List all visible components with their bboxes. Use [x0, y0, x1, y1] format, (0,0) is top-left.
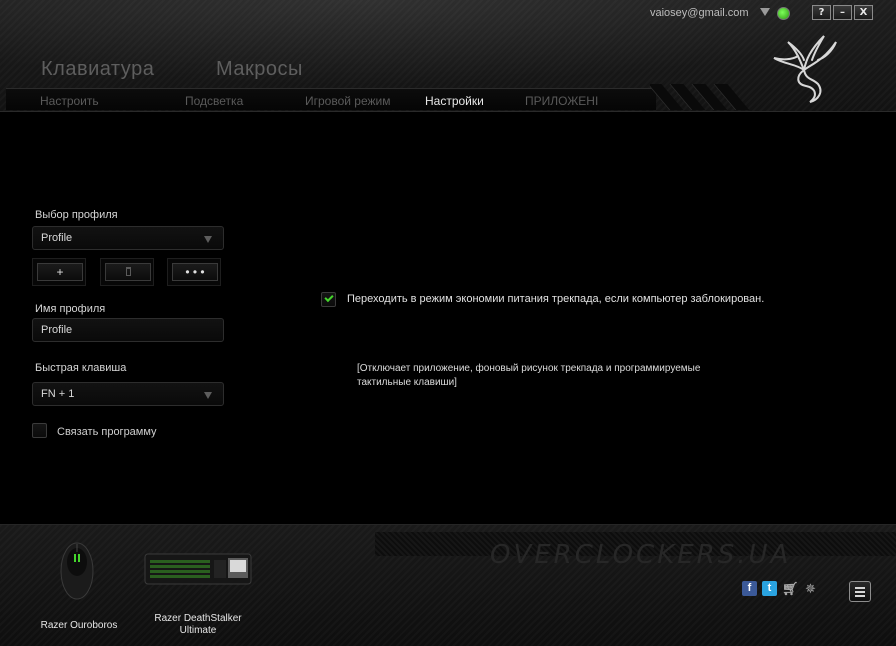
trash-icon: [125, 267, 131, 276]
device-name-keyboard[interactable]: Razer DeathStalker Ultimate: [142, 613, 254, 637]
checkmark-icon: [324, 292, 334, 303]
power-save-checkbox[interactable]: [321, 292, 336, 307]
close-button[interactable]: X: [854, 5, 873, 20]
keyboard-device-icon[interactable]: [144, 550, 252, 586]
twitter-icon[interactable]: t: [762, 581, 777, 596]
delete-profile-button[interactable]: [100, 258, 154, 286]
subtab-apps[interactable]: ПРИЛОЖЕНI: [525, 94, 598, 108]
header: vaiosey@gmail.com ? – X Клавиатура Макро…: [0, 0, 896, 112]
hotkey-dropdown-value: FN + 1: [41, 388, 75, 400]
tab-keyboard[interactable]: Клавиатура: [41, 58, 154, 81]
subtab-settings[interactable]: Настройки: [425, 94, 484, 108]
minimize-button[interactable]: –: [833, 5, 852, 20]
profile-select-label: Выбор профиля: [35, 209, 118, 221]
power-save-label: Переходить в режим экономии питания трек…: [347, 293, 765, 305]
chevron-down-icon: [204, 236, 212, 243]
profile-dropdown-value: Profile: [41, 232, 73, 244]
profile-name-label: Имя профиля: [35, 303, 106, 315]
online-status-icon: [777, 7, 790, 20]
cart-icon[interactable]: 🛒︎: [782, 581, 799, 596]
chevron-down-icon: [204, 392, 212, 399]
watermark-logo: OVERCLOCKERS.UA: [490, 540, 792, 570]
help-button[interactable]: ?: [812, 5, 831, 20]
subtab-lighting[interactable]: Подсветка: [185, 94, 243, 108]
mouse-device-icon[interactable]: [57, 540, 97, 602]
profile-options-button[interactable]: • • •: [167, 258, 221, 286]
razer-icon[interactable]: ✵: [803, 581, 818, 596]
profile-options-label: • • •: [172, 263, 218, 281]
razer-synapse-window: vaiosey@gmail.com ? – X Клавиатура Макро…: [0, 0, 896, 646]
account-email[interactable]: vaiosey@gmail.com: [650, 7, 749, 19]
facebook-icon[interactable]: f: [742, 581, 757, 596]
tab-macros[interactable]: Макросы: [216, 58, 303, 81]
decorative-stripes: [650, 84, 750, 110]
device-name-mouse[interactable]: Razer Ouroboros: [34, 620, 124, 631]
razer-logo-icon: [773, 35, 837, 103]
subtab-gaming-mode[interactable]: Игровой режим: [305, 94, 391, 108]
account-dropdown-icon[interactable]: [760, 8, 770, 16]
link-program-checkbox[interactable]: [32, 423, 47, 438]
add-profile-label: +: [37, 263, 83, 281]
power-save-note: [Отключает приложение, фоновый рисунок т…: [357, 363, 701, 388]
subtab-customize[interactable]: Настроить: [40, 94, 99, 108]
hotkey-dropdown[interactable]: FN + 1: [32, 382, 224, 406]
add-profile-button[interactable]: +: [32, 258, 86, 286]
profile-name-input[interactable]: Profile: [32, 318, 224, 342]
link-program-label: Связать программу: [57, 426, 157, 438]
profile-dropdown[interactable]: Profile: [32, 226, 224, 250]
menu-button[interactable]: [849, 581, 871, 602]
hotkey-label: Быстрая клавиша: [35, 362, 127, 374]
